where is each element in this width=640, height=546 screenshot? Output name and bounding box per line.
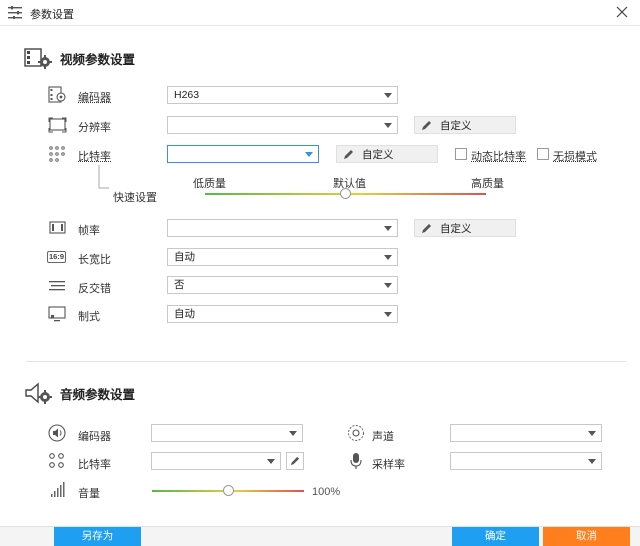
aspect-ratio-select[interactable]: 自动	[167, 248, 398, 266]
save-as-button[interactable]: 另存为	[54, 527, 141, 546]
chevron-down-icon	[305, 152, 313, 157]
volume-value: 100%	[312, 486, 341, 498]
resolution-custom-button[interactable]: 自定义	[414, 116, 516, 134]
video-settings-icon	[24, 48, 52, 69]
format-value: 自动	[174, 308, 195, 320]
framerate-icon	[49, 221, 66, 234]
lossless-mode-checkbox[interactable]	[537, 148, 549, 160]
audio-bitrate-icon	[49, 453, 64, 468]
volume-bars-icon	[51, 482, 65, 497]
audio-section-heading: 音频参数设置	[24, 381, 135, 405]
quality-slider-handle[interactable]	[340, 188, 351, 199]
aspect-ratio-value: 自动	[174, 251, 195, 263]
volume-slider-handle[interactable]	[222, 485, 234, 496]
channel-label: 声道	[372, 431, 394, 443]
chevron-down-icon	[384, 255, 392, 260]
volume-label: 音量	[78, 488, 100, 500]
deinterlace-label: 反交错	[78, 283, 111, 295]
dynamic-bitrate-label[interactable]: 动态比特率	[471, 148, 526, 164]
bitrate-custom-label: 自定义	[362, 148, 394, 161]
samplerate-select[interactable]	[450, 452, 602, 470]
quality-high-label: 高质量	[471, 178, 504, 190]
framerate-custom-label: 自定义	[440, 222, 472, 235]
quality-default-label: 默认值	[333, 178, 366, 190]
tv-format-icon	[48, 306, 66, 322]
pencil-icon	[422, 223, 431, 233]
chevron-down-icon	[267, 459, 275, 464]
audio-bitrate-edit-button[interactable]	[286, 452, 304, 470]
pencil-icon	[422, 120, 431, 130]
format-select[interactable]: 自动	[167, 305, 398, 323]
quick-settings-label: 快速设置	[113, 192, 157, 204]
speaker-icon	[48, 424, 66, 442]
audio-settings-icon	[25, 382, 52, 404]
video-bitrate-label: 比特率	[78, 151, 111, 163]
aspect-ratio-label: 长宽比	[78, 254, 111, 266]
framerate-select[interactable]	[167, 219, 398, 237]
resolution-select[interactable]	[167, 116, 398, 134]
framerate-label: 帧率	[78, 225, 100, 237]
video-codec-value: H263	[174, 89, 200, 101]
audio-section-title: 音频参数设置	[60, 387, 136, 402]
video-bitrate-select[interactable]	[167, 145, 319, 163]
chevron-down-icon	[384, 283, 392, 288]
tree-connector	[98, 165, 109, 189]
settings-sliders-icon	[8, 6, 22, 19]
bitrate-custom-button[interactable]: 自定义	[336, 145, 438, 163]
title-bar: 参数设置	[0, 0, 640, 26]
video-codec-select[interactable]: H263	[167, 86, 398, 104]
deinterlace-value: 否	[174, 279, 185, 291]
format-label: 制式	[78, 311, 100, 323]
deinterlace-icon	[49, 281, 65, 291]
audio-codec-label: 编码器	[78, 431, 111, 443]
framerate-custom-button[interactable]: 自定义	[414, 219, 516, 237]
samplerate-label: 采样率	[372, 459, 405, 471]
deinterlace-select[interactable]: 否	[167, 276, 398, 294]
resolution-icon	[48, 117, 67, 133]
section-divider	[26, 361, 626, 362]
chevron-down-icon	[384, 123, 392, 128]
quality-low-label: 低质量	[193, 178, 226, 190]
codec-icon	[48, 86, 66, 103]
lossless-mode-label[interactable]: 无损模式	[553, 148, 597, 164]
resolution-custom-label: 自定义	[440, 119, 472, 132]
dynamic-bitrate-checkbox[interactable]	[455, 148, 467, 160]
video-section-heading: 视频参数设置	[24, 46, 135, 70]
video-codec-label: 编码器	[78, 92, 111, 104]
audio-bitrate-select[interactable]	[151, 452, 281, 470]
aspect-ratio-icon: 16:9	[47, 251, 67, 263]
chevron-down-icon	[588, 459, 596, 464]
chevron-down-icon	[384, 226, 392, 231]
chevron-down-icon	[588, 431, 596, 436]
channel-select[interactable]	[450, 424, 602, 442]
pencil-icon	[344, 149, 353, 159]
chevron-down-icon	[384, 312, 392, 317]
audio-bitrate-label: 比特率	[78, 459, 111, 471]
video-section-title: 视频参数设置	[60, 52, 136, 67]
resolution-label: 分辨率	[78, 122, 111, 134]
channel-icon	[348, 425, 364, 441]
audio-codec-select[interactable]	[151, 424, 303, 442]
microphone-icon	[350, 453, 362, 469]
cancel-button[interactable]: 取消	[543, 527, 630, 546]
close-icon[interactable]	[614, 4, 630, 20]
chevron-down-icon	[289, 431, 297, 436]
chevron-down-icon	[384, 93, 392, 98]
window-title: 参数设置	[30, 9, 74, 21]
ok-button[interactable]: 确定	[452, 527, 539, 546]
bitrate-icon	[49, 146, 65, 162]
pencil-icon	[290, 456, 300, 466]
